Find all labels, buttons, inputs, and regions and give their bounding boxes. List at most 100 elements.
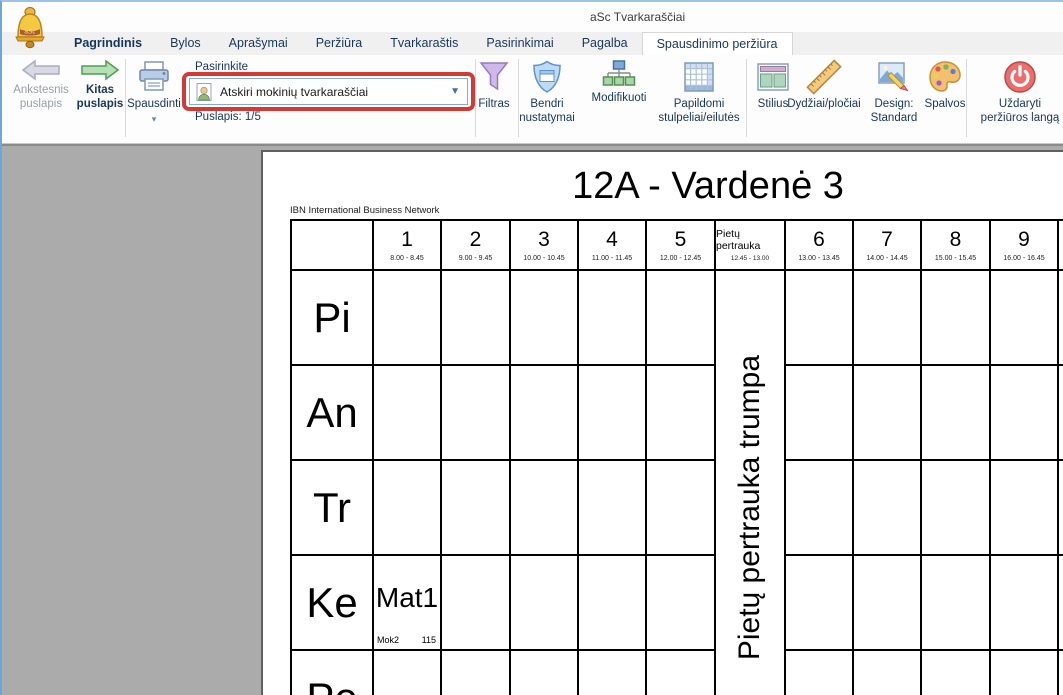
funnel-icon — [476, 59, 512, 95]
asc-bell-logo-icon[interactable]: aSc — [10, 5, 50, 51]
extra-columns-rows-button[interactable]: Papildomi stulpeliai/eilutės — [649, 59, 749, 125]
day-label: Tr — [292, 461, 374, 556]
arrow-left-icon — [21, 59, 61, 81]
timetable-cell — [647, 366, 716, 461]
tab-pagrindinis[interactable]: Pagrindinis — [60, 32, 156, 55]
period-header-cell: 1 8.00 - 8.45 — [374, 221, 442, 271]
modify-button[interactable]: Modifikuoti — [580, 59, 658, 105]
timetable-cell — [511, 556, 579, 651]
lunch-break-header-cell: Pietų pertrauka 12.45 - 13.00 — [716, 221, 786, 271]
combo-dropdown-icon[interactable]: ▼ — [447, 86, 463, 97]
timetable-cell — [374, 461, 442, 556]
timetable-cell — [1059, 271, 1063, 366]
period-header-cell: 9 16.00 - 16.45 — [991, 221, 1059, 271]
timetable-cell — [579, 556, 647, 651]
timetable-cell — [786, 271, 854, 366]
timetable-cell — [442, 651, 511, 695]
timetable-grid: 1 8.00 - 8.45 2 9.00 - 9.45 3 10.00 - 10… — [290, 219, 1063, 695]
period-header-cell: 7 14.00 - 14.45 — [854, 221, 922, 271]
tab-bylos[interactable]: Bylos — [156, 32, 215, 55]
timetable-cell — [579, 366, 647, 461]
lesson-room: 115 — [422, 635, 436, 645]
tab-pagalba[interactable]: Pagalba — [568, 32, 642, 55]
timetable-cell — [442, 366, 511, 461]
period-header-cell — [1059, 221, 1063, 271]
grid-icon — [681, 59, 717, 95]
timetable-cell — [786, 556, 854, 651]
tab-perziura[interactable]: Peržiūra — [302, 32, 377, 55]
timetable-cell — [922, 651, 991, 695]
print-button[interactable]: Spausdinti ▾ — [126, 59, 182, 126]
day-label: Pi — [292, 271, 374, 366]
period-header-cell: 2 9.00 - 9.45 — [442, 221, 511, 271]
timetable-cell — [442, 556, 511, 651]
lesson-teacher: Mok2 — [377, 635, 399, 645]
timetable-cell — [579, 651, 647, 695]
timetable-cell — [442, 271, 511, 366]
timetable-type-select[interactable]: Atskiri mokinių tvarkaraščiai ▼ — [189, 78, 468, 105]
toolbar-separator — [746, 59, 747, 137]
timetable-cell — [647, 556, 716, 651]
next-page-button[interactable]: Kitas puslapis — [74, 59, 126, 111]
timetable-cell — [374, 651, 442, 695]
sizes-widths-button[interactable]: Dydžiai/pločiai — [782, 59, 866, 111]
timetable-cell — [991, 366, 1059, 461]
timetable-cell — [786, 366, 854, 461]
school-name: IBN International Business Network — [290, 205, 439, 216]
timetable-cell — [991, 461, 1059, 556]
ribbon-tab-bar: Pagrindinis Bylos Aprašymai Peržiūra Tva… — [2, 32, 1063, 55]
design-picture-pencil-icon — [876, 59, 912, 95]
timetable-title: 12A - Vardenė 3 — [403, 165, 1013, 208]
printer-icon — [136, 59, 172, 95]
timetable-cell — [922, 556, 991, 651]
filter-button[interactable]: Filtras — [470, 59, 518, 111]
period-header-cell: 4 11.00 - 11.45 — [579, 221, 647, 271]
corner-cell — [292, 221, 374, 271]
day-label: Ke — [292, 556, 374, 651]
timetable-cell — [854, 366, 922, 461]
timetable-cell — [374, 271, 442, 366]
shield-icon — [529, 59, 565, 95]
timetable-cell — [991, 271, 1059, 366]
tab-spausdinimo-perziura[interactable]: Spausdinimo peržiūra — [642, 32, 793, 55]
palette-icon — [927, 59, 963, 95]
tab-pasirinkimai[interactable]: Pasirinkimai — [472, 32, 567, 55]
day-label: Pe — [292, 651, 374, 695]
timetable-cell — [1059, 366, 1063, 461]
timetable-cell — [374, 366, 442, 461]
previous-page-button[interactable]: Ankstesnis puslapis — [10, 59, 72, 111]
window-title: aSc Tvarkaraščiai — [590, 10, 685, 24]
svg-text:aSc: aSc — [24, 29, 36, 36]
timetable-cell — [647, 461, 716, 556]
timetable-cell — [511, 271, 579, 366]
page-indicator: Puslapis: 1/5 — [195, 111, 261, 123]
toolbar-separator — [966, 59, 967, 137]
colors-button[interactable]: Spalvos — [919, 59, 971, 111]
timetable-cell — [786, 461, 854, 556]
lesson-cell-mat1: Mat1 Mok2 115 — [374, 556, 442, 651]
close-preview-button[interactable]: Uždaryti peržiūros langą — [974, 59, 1063, 125]
timetable-cell — [647, 651, 716, 695]
timetable-cell — [511, 461, 579, 556]
tab-tvarkarastis[interactable]: Tvarkaraštis — [376, 32, 472, 55]
period-header-cell: 5 12.00 - 12.45 — [647, 221, 716, 271]
timetable-cell — [854, 271, 922, 366]
timetable-cell — [922, 461, 991, 556]
timetable-cell — [579, 461, 647, 556]
lesson-subject: Mat1 — [376, 582, 438, 614]
timetable-cell — [922, 366, 991, 461]
print-dropdown-caret[interactable]: ▾ — [126, 112, 182, 126]
tab-aprasymai[interactable]: Aprašymai — [215, 32, 302, 55]
arrow-right-icon — [80, 59, 120, 81]
day-label: An — [292, 366, 374, 461]
timetable-cell — [991, 651, 1059, 695]
period-header-cell: 6 13.00 - 13.45 — [786, 221, 854, 271]
design-button[interactable]: Design: Standard — [865, 59, 923, 125]
timetable-cell — [511, 366, 579, 461]
power-icon — [1002, 59, 1038, 95]
timetable-cell — [1059, 556, 1063, 651]
general-settings-button[interactable]: Bendri nustatymai — [515, 59, 579, 125]
timetable-cell — [991, 556, 1059, 651]
preview-page: 12A - Vardenė 3 IBN International Busine… — [261, 150, 1063, 695]
timetable-cell — [647, 271, 716, 366]
